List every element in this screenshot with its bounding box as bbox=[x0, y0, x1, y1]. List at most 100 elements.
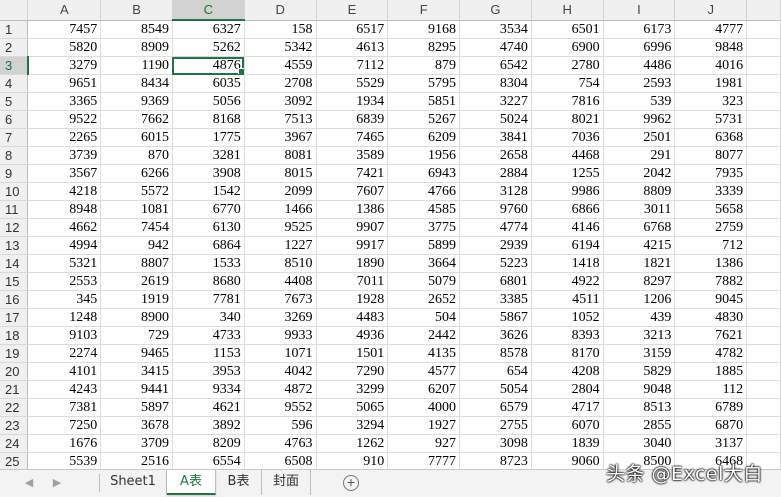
cell[interactable]: 1927 bbox=[387, 416, 461, 435]
cell[interactable]: 2553 bbox=[27, 272, 102, 291]
cell[interactable] bbox=[746, 362, 781, 381]
cell[interactable]: 1386 bbox=[674, 254, 748, 273]
cell[interactable]: 6900 bbox=[531, 38, 604, 57]
cell[interactable]: 4208 bbox=[531, 362, 604, 381]
cell[interactable]: 9465 bbox=[100, 344, 173, 363]
cell[interactable]: 5899 bbox=[387, 236, 461, 255]
cell[interactable]: 3841 bbox=[459, 128, 532, 147]
cell[interactable]: 4215 bbox=[603, 236, 676, 255]
cell[interactable]: 1262 bbox=[316, 434, 389, 453]
cell[interactable] bbox=[746, 92, 781, 111]
column-header-h[interactable]: H bbox=[531, 0, 604, 21]
cell[interactable]: 7662 bbox=[100, 110, 173, 129]
cell[interactable]: 1919 bbox=[100, 290, 173, 309]
cell[interactable]: 291 bbox=[603, 146, 676, 165]
row-header[interactable]: 23 bbox=[0, 416, 29, 435]
cell[interactable] bbox=[746, 434, 781, 453]
cell[interactable]: 7250 bbox=[27, 416, 102, 435]
column-header-c[interactable]: C bbox=[172, 0, 245, 21]
cell[interactable]: 4763 bbox=[244, 434, 317, 453]
cell[interactable]: 323 bbox=[674, 92, 748, 111]
cell[interactable]: 870 bbox=[100, 146, 173, 165]
cell[interactable]: 4243 bbox=[27, 380, 102, 399]
cell[interactable]: 5079 bbox=[387, 272, 461, 291]
cell[interactable]: 7112 bbox=[316, 56, 389, 75]
cell[interactable]: 4936 bbox=[316, 326, 389, 345]
cell[interactable]: 8510 bbox=[244, 254, 317, 273]
cell[interactable]: 8297 bbox=[603, 272, 676, 291]
cell[interactable]: 6070 bbox=[531, 416, 604, 435]
cell[interactable]: 4468 bbox=[531, 146, 604, 165]
cell[interactable]: 8680 bbox=[172, 272, 245, 291]
cell[interactable]: 7777 bbox=[387, 452, 461, 469]
cell[interactable]: 4146 bbox=[531, 218, 604, 237]
cell[interactable]: 2274 bbox=[27, 344, 102, 363]
cell[interactable]: 1466 bbox=[244, 200, 317, 219]
cell[interactable]: 5795 bbox=[387, 74, 461, 93]
cell[interactable]: 2042 bbox=[603, 164, 676, 183]
cell[interactable]: 4872 bbox=[244, 380, 317, 399]
cell[interactable]: 8807 bbox=[100, 254, 173, 273]
cell[interactable]: 8015 bbox=[244, 164, 317, 183]
cell[interactable]: 5267 bbox=[387, 110, 461, 129]
row-header[interactable]: 13 bbox=[0, 236, 29, 255]
cell[interactable]: 1248 bbox=[27, 308, 102, 327]
cell[interactable]: 2804 bbox=[531, 380, 604, 399]
cell[interactable]: 3967 bbox=[244, 128, 317, 147]
cell[interactable]: 9525 bbox=[244, 218, 317, 237]
cell[interactable]: 3137 bbox=[674, 434, 748, 453]
cell[interactable]: 5056 bbox=[172, 92, 245, 111]
row-header[interactable]: 12 bbox=[0, 218, 29, 237]
cell[interactable]: 8170 bbox=[531, 344, 604, 363]
cell[interactable]: 3092 bbox=[244, 92, 317, 111]
cell[interactable]: 1934 bbox=[316, 92, 389, 111]
cell[interactable]: 7011 bbox=[316, 272, 389, 291]
cell[interactable]: 9334 bbox=[172, 380, 245, 399]
cell[interactable]: 7621 bbox=[674, 326, 748, 345]
column-header-a[interactable]: A bbox=[27, 0, 102, 21]
cell[interactable]: 6266 bbox=[100, 164, 173, 183]
cell[interactable]: 5529 bbox=[316, 74, 389, 93]
cell[interactable]: 2658 bbox=[459, 146, 532, 165]
cell[interactable]: 4777 bbox=[674, 20, 748, 39]
cell[interactable]: 4577 bbox=[387, 362, 461, 381]
cell[interactable] bbox=[746, 308, 781, 327]
cell[interactable]: 8909 bbox=[100, 38, 173, 57]
cell[interactable]: 9917 bbox=[316, 236, 389, 255]
cell[interactable] bbox=[746, 254, 781, 273]
row-header[interactable]: 2 bbox=[0, 38, 29, 57]
cell[interactable]: 1501 bbox=[316, 344, 389, 363]
cell[interactable]: 3339 bbox=[674, 182, 748, 201]
cell[interactable]: 5065 bbox=[316, 398, 389, 417]
cell[interactable]: 9045 bbox=[674, 290, 748, 309]
cell[interactable]: 4766 bbox=[387, 182, 461, 201]
cell[interactable]: 3892 bbox=[172, 416, 245, 435]
cell[interactable]: 4101 bbox=[27, 362, 102, 381]
cell[interactable]: 2755 bbox=[459, 416, 532, 435]
cell[interactable]: 3709 bbox=[100, 434, 173, 453]
cell[interactable]: 654 bbox=[459, 362, 532, 381]
cell[interactable]: 7036 bbox=[531, 128, 604, 147]
cell[interactable]: 1956 bbox=[387, 146, 461, 165]
row-header[interactable]: 8 bbox=[0, 146, 29, 165]
cell[interactable]: 3678 bbox=[100, 416, 173, 435]
cell[interactable]: 4486 bbox=[603, 56, 676, 75]
cell[interactable] bbox=[746, 20, 781, 39]
cell[interactable]: 3908 bbox=[172, 164, 245, 183]
cell[interactable]: 712 bbox=[674, 236, 748, 255]
add-sheet-button[interactable]: + bbox=[343, 475, 359, 491]
cell[interactable] bbox=[746, 380, 781, 399]
cell[interactable]: 8209 bbox=[172, 434, 245, 453]
cell[interactable]: 6327 bbox=[172, 20, 245, 39]
cell[interactable]: 5539 bbox=[27, 452, 102, 469]
cell[interactable]: 3040 bbox=[603, 434, 676, 453]
cell[interactable] bbox=[746, 110, 781, 129]
cell[interactable]: 1839 bbox=[531, 434, 604, 453]
cell[interactable]: 5829 bbox=[603, 362, 676, 381]
cell[interactable]: 5223 bbox=[459, 254, 532, 273]
cell[interactable]: 3589 bbox=[316, 146, 389, 165]
cell[interactable]: 4483 bbox=[316, 308, 389, 327]
tab-b-sheet[interactable]: B表 bbox=[216, 470, 262, 495]
cell[interactable]: 9651 bbox=[27, 74, 102, 93]
row-header[interactable]: 19 bbox=[0, 344, 29, 363]
